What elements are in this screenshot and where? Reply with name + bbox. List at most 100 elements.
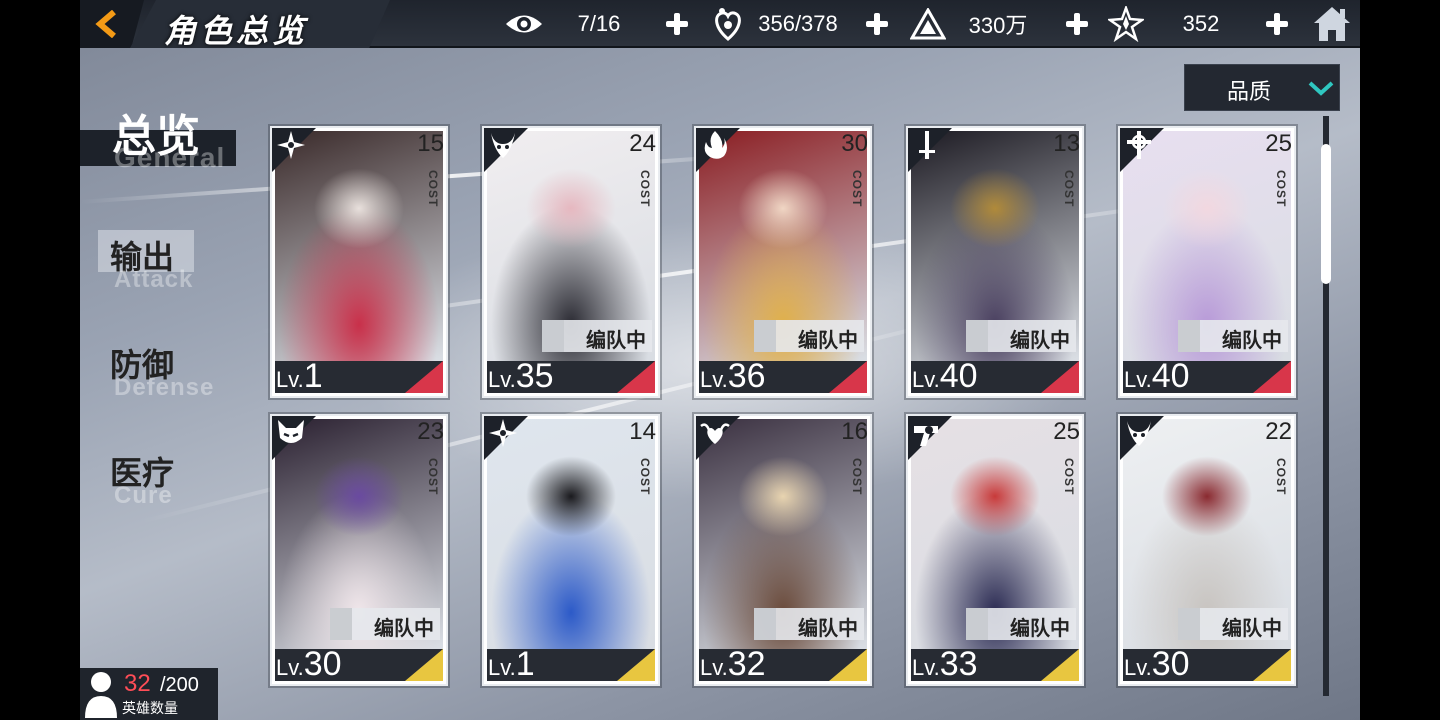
level-label: Lv.30 <box>1124 645 1190 684</box>
level-label: Lv.33 <box>912 645 978 684</box>
level-label: Lv.32 <box>700 645 766 684</box>
stamina-heart-icon <box>708 4 748 44</box>
level-value: 36 <box>727 357 766 395</box>
in-team-tag: 编队中 <box>754 608 864 640</box>
rarity-stripe <box>617 361 655 393</box>
in-team-label: 编队中 <box>798 616 858 640</box>
cost-label: COST <box>426 170 440 208</box>
in-team-tag: 编队中 <box>966 608 1076 640</box>
level-value: 33 <box>939 645 978 683</box>
in-team-label: 编队中 <box>1010 328 1070 352</box>
rarity-stripe <box>405 649 443 681</box>
in-team-tag: 编队中 <box>966 320 1076 352</box>
nav-cure-sub: Cure <box>114 482 173 509</box>
nav-item-general[interactable]: 总览 General <box>80 0 250 180</box>
character-portrait <box>487 419 655 677</box>
cost-value: 25 <box>1053 418 1080 445</box>
shuriken-icon <box>277 131 305 159</box>
star-crystal-icon <box>1106 4 1146 44</box>
cost-value: 24 <box>629 130 656 157</box>
character-card[interactable]: 15 COST Lv.1 <box>270 126 448 398</box>
winged-heart-icon <box>700 423 730 444</box>
cost-value: 14 <box>629 418 656 445</box>
level-value: 35 <box>515 357 554 395</box>
cost-label: COST <box>1062 170 1076 208</box>
character-card[interactable]: 30 COST Lv.36 编队中 <box>694 126 872 398</box>
level-value: 40 <box>939 357 978 395</box>
level-value: 1 <box>515 645 535 683</box>
character-card[interactable]: 25 COST Lv.33 编队中 <box>906 414 1084 686</box>
sort-dropdown[interactable]: 品质 <box>1184 64 1340 111</box>
in-team-label: 编队中 <box>1222 616 1282 640</box>
level-label: Lv.40 <box>1124 357 1190 396</box>
rarity-stripe <box>1041 649 1079 681</box>
level-prefix: Lv. <box>488 367 516 392</box>
sword-icon <box>919 131 935 159</box>
game-screen: 角色总览 7/16 356/378 330万 352 品质 总览 General… <box>80 0 1360 720</box>
home-button[interactable] <box>1312 4 1352 44</box>
nav-item-attack[interactable]: 输出 Attack <box>80 226 240 306</box>
level-prefix: Lv. <box>276 367 304 392</box>
add-crystal-button[interactable] <box>1264 11 1290 37</box>
level-value: 1 <box>303 357 323 395</box>
in-team-tag: 编队中 <box>330 608 440 640</box>
nav-defense-sub: Defense <box>114 374 215 401</box>
cost-label: COST <box>638 458 652 496</box>
character-card[interactable]: 23 COST Lv.30 编队中 <box>270 414 448 686</box>
level-value: 40 <box>1151 357 1190 395</box>
home-icon <box>1314 7 1350 41</box>
sort-label: 品质 <box>1227 80 1272 105</box>
nav-item-cure[interactable]: 医疗 Cure <box>80 442 240 522</box>
nav-general-sub: General <box>114 142 226 173</box>
rarity-stripe <box>1253 649 1291 681</box>
cost-label: COST <box>1062 458 1076 496</box>
gold-pyramid-icon <box>908 4 948 44</box>
level-value: 30 <box>1151 645 1190 683</box>
hero-count-current: 32 <box>124 670 151 697</box>
resource-value: 352 <box>1182 11 1220 36</box>
in-team-label: 编队中 <box>586 328 646 352</box>
cost-value: 13 <box>1053 130 1080 157</box>
hero-count-panel: 32 /200 英雄数量 <box>80 668 218 720</box>
resource-stamina: 356/378 <box>708 0 848 48</box>
cost-label: COST <box>850 170 864 208</box>
add-gold-button[interactable] <box>1064 11 1090 37</box>
in-team-label: 编队中 <box>798 328 858 352</box>
rarity-stripe <box>617 649 655 681</box>
character-card[interactable]: 22 COST Lv.30 编队中 <box>1118 414 1296 686</box>
character-card[interactable]: 14 COST Lv.1 <box>482 414 660 686</box>
cost-value: 23 <box>417 418 444 445</box>
resource-value: 330万 <box>968 13 1028 38</box>
cost-label: COST <box>638 170 652 208</box>
revolver-icon <box>914 426 938 446</box>
in-team-tag: 编队中 <box>1178 608 1288 640</box>
level-prefix: Lv. <box>1124 655 1152 680</box>
level-label: Lv.1 <box>276 357 323 396</box>
rarity-stripe <box>1253 361 1291 393</box>
in-team-tag: 编队中 <box>1178 320 1288 352</box>
rarity-stripe <box>829 649 867 681</box>
level-prefix: Lv. <box>912 655 940 680</box>
level-prefix: Lv. <box>912 367 940 392</box>
character-card[interactable]: 16 COST Lv.32 编队中 <box>694 414 872 686</box>
flame-icon <box>704 131 727 159</box>
in-team-tag: 编队中 <box>754 320 864 352</box>
cost-label: COST <box>1274 170 1288 208</box>
rarity-stripe <box>829 361 867 393</box>
cost-label: COST <box>850 458 864 496</box>
fox-mask-icon <box>278 420 304 443</box>
level-label: Lv.1 <box>488 645 535 684</box>
add-eye-button[interactable] <box>664 11 690 37</box>
scrollbar-thumb[interactable] <box>1321 144 1331 284</box>
character-portrait <box>275 131 443 389</box>
nav-item-defense[interactable]: 防御 Defense <box>80 334 240 414</box>
character-card[interactable]: 24 COST Lv.35 编队中 <box>482 126 660 398</box>
character-card[interactable]: 25 COST Lv.40 编队中 <box>1118 126 1296 398</box>
add-stamina-button[interactable] <box>864 11 890 37</box>
level-label: Lv.36 <box>700 357 766 396</box>
cost-label: COST <box>1274 458 1288 496</box>
level-label: Lv.40 <box>912 357 978 396</box>
resource-gold: 330万 <box>908 0 1048 48</box>
character-card[interactable]: 13 COST Lv.40 编队中 <box>906 126 1084 398</box>
cost-value: 25 <box>1265 130 1292 157</box>
